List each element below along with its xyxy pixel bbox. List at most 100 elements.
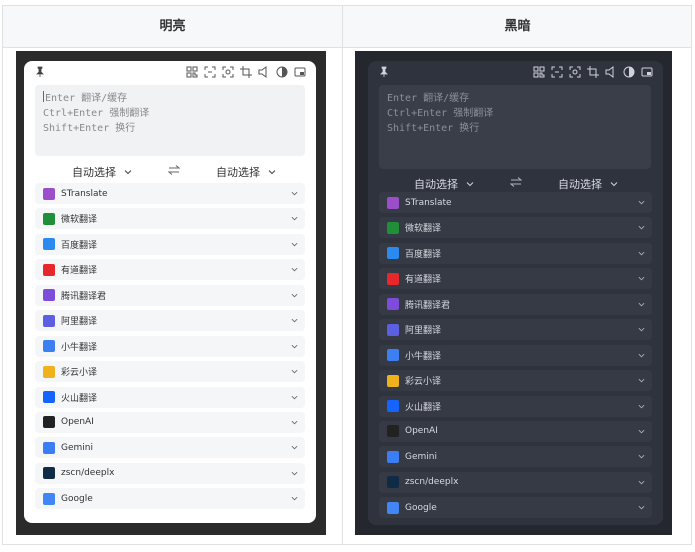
service-item[interactable]: 有道翻译 xyxy=(379,268,652,290)
chevron-down-icon[interactable] xyxy=(638,377,645,384)
baidu-translate-icon xyxy=(43,238,55,251)
target-language-select[interactable]: 自动选择 xyxy=(558,176,618,192)
chevron-down-icon[interactable] xyxy=(638,250,645,257)
chevron-down-icon[interactable] xyxy=(291,317,298,324)
target-language-select[interactable]: 自动选择 xyxy=(216,164,276,180)
service-item[interactable]: 彩云小译 xyxy=(379,370,652,392)
translator-window-light: Enter 翻译/缓存 Ctrl+Enter 强制翻译 Shift+Enter … xyxy=(24,61,316,523)
chevron-down-icon[interactable] xyxy=(291,368,298,375)
chevron-down-icon[interactable] xyxy=(291,444,298,451)
chevron-down-icon[interactable] xyxy=(638,326,645,333)
service-item[interactable]: OpenAI xyxy=(379,420,652,442)
service-name: Gemini xyxy=(61,442,93,453)
service-name: STranslate xyxy=(405,197,452,208)
service-item[interactable]: zscn/deeplx xyxy=(379,471,652,493)
service-item[interactable]: 阿里翻译 xyxy=(35,310,305,332)
baidu-translate-icon xyxy=(387,247,399,260)
service-item[interactable]: 彩云小译 xyxy=(35,361,305,383)
service-item[interactable]: 火山翻译 xyxy=(35,386,305,408)
chevron-down-icon[interactable] xyxy=(638,504,645,511)
microsoft-translate-icon xyxy=(387,221,399,234)
crop-icon[interactable] xyxy=(240,66,252,78)
speak-icon[interactable] xyxy=(258,66,270,78)
theme-toggle-icon[interactable] xyxy=(276,66,288,78)
screenshot-translate-icon[interactable] xyxy=(222,66,234,78)
swap-language-icon[interactable] xyxy=(168,164,180,176)
volcengine-icon xyxy=(43,391,55,403)
dark-theme-screenshot: Enter 翻译/缓存 Ctrl+Enter 强制翻译 Shift+Enter … xyxy=(355,51,672,535)
service-item[interactable]: OpenAI xyxy=(35,411,305,433)
service-item[interactable]: 微软翻译 xyxy=(379,217,652,239)
chevron-down-icon[interactable] xyxy=(291,190,298,197)
chevron-down-icon[interactable] xyxy=(638,479,645,486)
service-item[interactable]: zscn/deeplx xyxy=(35,462,305,484)
chevron-down-icon[interactable] xyxy=(291,419,298,426)
chevron-down-icon[interactable] xyxy=(291,292,298,299)
chevron-down-icon[interactable] xyxy=(638,199,645,206)
window-icon[interactable] xyxy=(641,66,653,78)
chevron-down-icon[interactable] xyxy=(638,453,645,460)
chevron-down-icon xyxy=(268,170,276,175)
hint-line-1: Enter 翻译/缓存 xyxy=(45,93,128,104)
window-icon[interactable] xyxy=(294,66,306,78)
chevron-down-icon[interactable] xyxy=(291,343,298,350)
service-item[interactable]: STranslate xyxy=(379,192,652,213)
service-item[interactable]: Google xyxy=(35,488,305,510)
service-item[interactable]: 百度翻译 xyxy=(35,233,305,255)
service-item[interactable]: Google xyxy=(379,497,652,519)
chevron-down-icon[interactable] xyxy=(291,215,298,222)
chevron-down-icon[interactable] xyxy=(638,403,645,410)
service-name: Google xyxy=(61,493,93,504)
service-item[interactable]: 腾讯翻译君 xyxy=(379,293,652,315)
speak-icon[interactable] xyxy=(605,66,617,78)
toolbar-icons xyxy=(186,66,306,78)
service-name: STranslate xyxy=(61,188,108,199)
service-item[interactable]: 有道翻译 xyxy=(35,259,305,281)
chevron-down-icon[interactable] xyxy=(291,470,298,477)
service-list: STranslate 微软翻译百度翻译有道翻译腾讯翻译君阿里翻译小牛翻译彩云小译火… xyxy=(35,183,305,514)
source-language-select[interactable]: 自动选择 xyxy=(72,164,132,180)
service-item[interactable]: STranslate xyxy=(35,183,305,204)
input-textarea[interactable]: Enter 翻译/缓存 Ctrl+Enter 强制翻译 Shift+Enter … xyxy=(35,85,305,156)
chevron-down-icon[interactable] xyxy=(291,394,298,401)
service-name: 有道翻译 xyxy=(405,275,442,286)
screenshot-translate-icon[interactable] xyxy=(569,66,581,78)
service-name: OpenAI xyxy=(405,426,438,437)
service-item[interactable]: 百度翻译 xyxy=(379,242,652,264)
gemini-icon xyxy=(43,441,55,454)
service-item[interactable]: 微软翻译 xyxy=(35,208,305,230)
service-item[interactable]: 小牛翻译 xyxy=(35,335,305,357)
qr-scan-icon[interactable] xyxy=(533,66,545,78)
service-item[interactable]: 火山翻译 xyxy=(379,395,652,417)
pin-icon[interactable] xyxy=(34,66,46,78)
service-item[interactable]: Gemini xyxy=(35,437,305,459)
service-item[interactable]: 小牛翻译 xyxy=(379,344,652,366)
toolbar-icons xyxy=(533,66,653,78)
chevron-down-icon[interactable] xyxy=(291,495,298,502)
hint-line-1: Enter 翻译/缓存 xyxy=(387,93,470,104)
ocr-icon[interactable] xyxy=(204,66,216,78)
chevron-down-icon[interactable] xyxy=(638,224,645,231)
table-header: 明亮 黑暗 xyxy=(3,6,691,48)
crop-icon[interactable] xyxy=(587,66,599,78)
service-item[interactable]: 阿里翻译 xyxy=(379,319,652,341)
chevron-down-icon[interactable] xyxy=(638,301,645,308)
volcengine-icon xyxy=(387,400,399,412)
pin-icon[interactable] xyxy=(378,66,390,78)
service-item[interactable]: 腾讯翻译君 xyxy=(35,284,305,306)
input-textarea[interactable]: Enter 翻译/缓存 Ctrl+Enter 强制翻译 Shift+Enter … xyxy=(379,85,651,169)
chevron-down-icon[interactable] xyxy=(638,275,645,282)
qr-scan-icon[interactable] xyxy=(186,66,198,78)
source-language-select[interactable]: 自动选择 xyxy=(414,176,474,192)
chevron-down-icon[interactable] xyxy=(638,428,645,435)
youdao-translate-icon xyxy=(43,263,55,276)
theme-toggle-icon[interactable] xyxy=(623,66,635,78)
service-item[interactable]: Gemini xyxy=(379,446,652,468)
chevron-down-icon[interactable] xyxy=(291,241,298,248)
ocr-icon[interactable] xyxy=(551,66,563,78)
hint-line-2: Ctrl+Enter 强制翻译 xyxy=(387,108,494,119)
swap-language-icon[interactable] xyxy=(510,176,522,188)
chevron-down-icon[interactable] xyxy=(638,352,645,359)
chevron-down-icon[interactable] xyxy=(291,266,298,273)
service-name: zscn/deeplx xyxy=(405,477,459,488)
